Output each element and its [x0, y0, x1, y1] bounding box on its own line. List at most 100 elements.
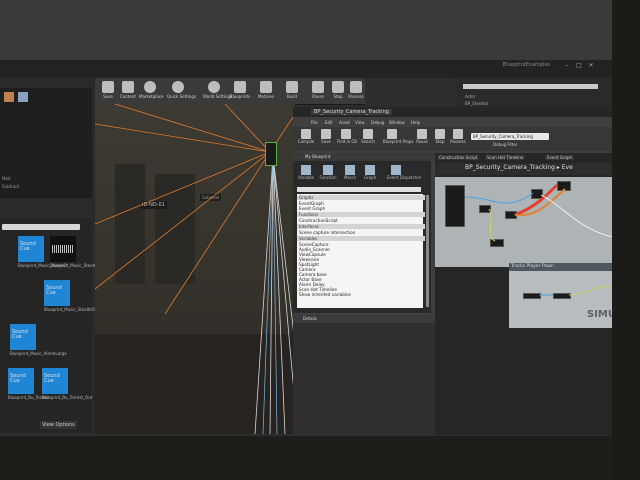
security-camera-actor[interactable]	[265, 142, 277, 166]
asset-tile[interactable]: Sound Cue Blueprint_Music_AlarmLarge	[10, 324, 67, 356]
list-item[interactable]: Scene capture intersection	[299, 230, 355, 235]
toolbar-label: Pause	[312, 94, 324, 99]
maximize-button[interactable]: □	[574, 62, 584, 70]
toolbar-save-button[interactable]: Save	[97, 80, 119, 102]
level-viewport[interactable]: ID-ND-01 Sublevel	[95, 104, 295, 434]
toolbar-marketplace-button[interactable]: Marketplace	[139, 80, 164, 102]
asset-tile[interactable]: Sound Cue Blueprint_Music_AlarmO	[18, 236, 67, 268]
toolbar-label: World Settings	[203, 94, 233, 99]
toolbar-world-settings-button[interactable]: World Settings	[203, 80, 233, 102]
compile-button[interactable]: Compile	[297, 129, 315, 144]
mode-icon[interactable]	[4, 92, 14, 102]
possess-icon	[350, 81, 362, 93]
asset-tile[interactable]: Sound Cue Blueprint_Bu_Terrest_Out	[42, 368, 92, 400]
add-variable-button[interactable]: Variable	[297, 165, 315, 180]
toolbar-possess-button[interactable]: Possess	[345, 80, 367, 102]
tab-event-graph[interactable]: Event Graph	[545, 155, 574, 160]
my-blueprint-scrollbar[interactable]	[426, 195, 429, 307]
editor-screen: BlueprintExamples – □ ✕ Mod Subtract Sou…	[0, 0, 612, 436]
list-item[interactable]: ConstructionScript	[299, 218, 338, 223]
save-icon	[321, 129, 331, 139]
outliner-item[interactable]: BP_Skeletal	[465, 101, 488, 106]
toolbar-quick-settings-button[interactable]: Quick Settings	[167, 80, 196, 102]
possess-icon	[453, 129, 463, 139]
tool-label: Possess	[450, 139, 466, 144]
save-button[interactable]: Save	[317, 129, 335, 144]
menu-asset[interactable]: Asset	[339, 120, 350, 125]
asset-type-label: Sound Cue	[46, 285, 62, 296]
asset-type-label: Sound Cue	[10, 373, 26, 384]
toolbar-label: Blueprints	[229, 94, 251, 99]
menu-window[interactable]: Window	[389, 120, 405, 125]
possess-button[interactable]: Possess	[449, 129, 467, 144]
asset-tile[interactable]: Blueprint_Music_StealthO	[50, 236, 101, 268]
add-buttons-row: Variable Function Macro Graph Event Disp…	[293, 163, 431, 185]
asset-caption: Blueprint_Bu_Terrest	[8, 395, 49, 400]
find-in-cb-button[interactable]: Find in CB	[337, 129, 357, 144]
toolbar-blueprints-button[interactable]: Blueprints	[229, 80, 251, 102]
pause-button[interactable]: Pause	[413, 129, 431, 144]
outliner-search-input[interactable]	[463, 84, 598, 89]
asset-tile[interactable]: Sound Cue Blueprint_Music_StealthO	[44, 280, 95, 312]
compile-icon	[301, 129, 311, 139]
tool-label: Compile	[297, 139, 315, 144]
blueprint-props-button[interactable]: Blueprint Props	[383, 129, 414, 144]
menu-debug[interactable]: Debug	[371, 120, 384, 125]
blueprint-tab[interactable]: BP_Security_Camera_Tracking	[311, 109, 392, 115]
toolbar-matinee-button[interactable]: Matinee	[255, 80, 277, 102]
minimize-button[interactable]: –	[562, 62, 572, 70]
list-section: Functions	[297, 212, 425, 217]
add-event-dispatcher-button[interactable]: Event Dispatcher	[387, 165, 421, 180]
menu-view[interactable]: View	[355, 120, 365, 125]
add-graph-button[interactable]: Graph	[361, 165, 379, 180]
search-button[interactable]: Search	[359, 129, 377, 144]
graph-comment-box[interactable]	[435, 177, 612, 267]
menu-help[interactable]: Help	[411, 120, 420, 125]
toolbar-label: Content	[120, 94, 136, 99]
mode-icon[interactable]	[18, 92, 28, 102]
window-title: BlueprintExamples	[502, 62, 550, 68]
event-graph-panel[interactable]: Construction Script Scan Hot Timeline Ev…	[435, 153, 612, 435]
menu-file[interactable]: File	[311, 120, 318, 125]
save-icon	[102, 81, 114, 93]
my-blueprint-header: My Blueprint	[293, 153, 443, 161]
content-search-input[interactable]	[2, 224, 80, 230]
waveform-icon	[52, 245, 74, 253]
stop-button[interactable]: Stop	[431, 129, 449, 144]
show-inherited-checkbox[interactable]: Show inherited variables	[299, 292, 351, 297]
world-icon	[208, 81, 220, 93]
my-blueprint-search-input[interactable]	[297, 187, 421, 192]
graph-breadcrumb: BP_Security_Camera_Tracking ▸ Eve	[435, 163, 612, 175]
mode-item[interactable]: Subtract	[2, 184, 19, 189]
toolbar-build-button[interactable]: Build	[281, 80, 303, 102]
details-header: Details	[293, 315, 445, 323]
asset-tile[interactable]: Sound Cue Blueprint_Bu_Terrest	[8, 368, 49, 400]
add-function-button[interactable]: Function	[319, 165, 337, 180]
close-button[interactable]: ✕	[586, 62, 596, 70]
mode-item[interactable]: Mod	[2, 176, 10, 181]
stop-icon	[332, 81, 344, 93]
icon-label: Variable	[297, 175, 315, 180]
tab-scan-hot-timeline[interactable]: Scan Hot Timeline	[485, 155, 526, 160]
list-item[interactable]: Event Graph	[299, 206, 325, 211]
macro-icon	[345, 165, 355, 175]
icon-label: Graph	[363, 175, 377, 180]
my-blueprint-panel: My Blueprint Variable Function Macro Gra…	[293, 153, 443, 313]
list-section: Variables	[297, 236, 425, 241]
toolbar-content-button[interactable]: Content	[117, 80, 139, 102]
menu-edit[interactable]: Edit	[325, 120, 333, 125]
blueprint-editor-window: BP_Security_Camera_Tracking File Edit As…	[293, 107, 612, 435]
tab-construction-script[interactable]: Construction Script	[437, 155, 480, 160]
debug-filter-select[interactable]: BP_Security_Camera_Tracking	[471, 133, 549, 140]
tool-label: Stop	[435, 139, 445, 144]
graph-wires	[464, 183, 612, 242]
add-macro-button[interactable]: Macro	[341, 165, 359, 180]
modes-panel: Mod Subtract	[0, 88, 92, 198]
marketplace-icon	[144, 81, 156, 93]
toolbar-pause-button[interactable]: Pause	[307, 80, 329, 102]
asset-caption: Blueprint_Bu_Terrest_Out	[42, 395, 93, 400]
outliner-item[interactable]: Actor	[465, 94, 476, 99]
toolbar-label: Possess	[348, 94, 364, 99]
view-options-button[interactable]: View Options	[40, 421, 77, 429]
asset-type-label: Sound Cue	[12, 329, 28, 340]
